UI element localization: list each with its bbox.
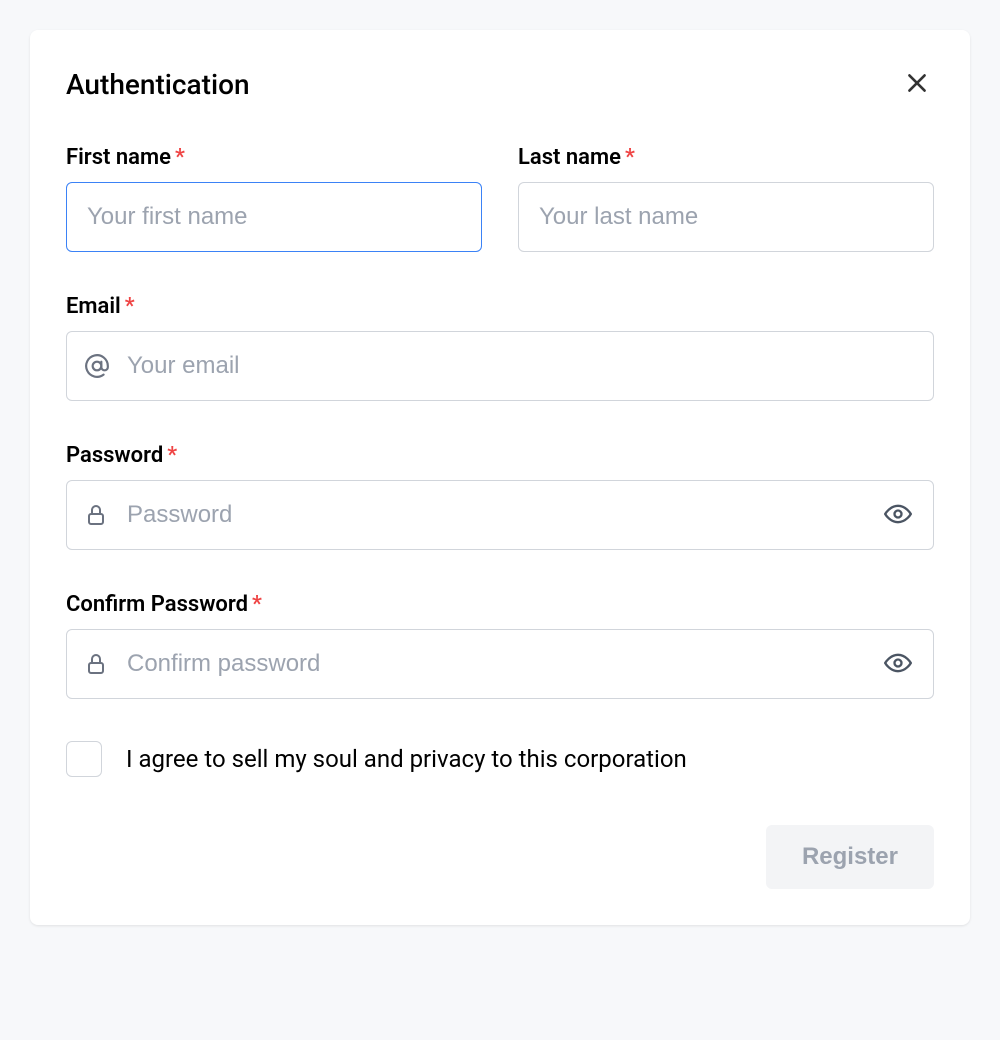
modal-header: Authentication — [66, 66, 934, 103]
agreement-row: I agree to sell my soul and privacy to t… — [66, 741, 934, 777]
first-name-input[interactable] — [66, 182, 482, 252]
last-name-label-text: Last name — [518, 145, 621, 170]
last-name-group: Last name* — [518, 145, 934, 252]
password-group: Password* — [66, 443, 934, 550]
agreement-label[interactable]: I agree to sell my soul and privacy to t… — [126, 745, 687, 773]
required-star: * — [167, 443, 177, 468]
password-input[interactable] — [66, 480, 934, 550]
agreement-checkbox[interactable] — [66, 741, 102, 777]
last-name-label: Last name* — [518, 145, 934, 170]
required-star: * — [125, 294, 135, 319]
modal-title: Authentication — [66, 68, 250, 101]
eye-icon — [884, 500, 912, 531]
confirm-password-input-wrapper — [66, 629, 934, 699]
first-name-group: First name* — [66, 145, 482, 252]
register-button[interactable]: Register — [766, 825, 934, 889]
email-group: Email* — [66, 294, 934, 401]
toggle-password-visibility[interactable] — [880, 496, 916, 535]
confirm-password-label: Confirm Password* — [66, 592, 934, 617]
confirm-password-group: Confirm Password* — [66, 592, 934, 699]
required-star: * — [175, 145, 185, 170]
email-input-wrapper — [66, 331, 934, 401]
close-button[interactable] — [900, 66, 934, 103]
eye-icon — [884, 649, 912, 680]
last-name-input-wrapper — [518, 182, 934, 252]
close-icon — [904, 70, 930, 99]
first-name-label: First name* — [66, 145, 482, 170]
required-star: * — [252, 592, 262, 617]
name-row: First name* Last name* — [66, 145, 934, 252]
last-name-input[interactable] — [518, 182, 934, 252]
email-label-text: Email — [66, 294, 121, 319]
password-label: Password* — [66, 443, 934, 468]
first-name-input-wrapper — [66, 182, 482, 252]
confirm-password-label-text: Confirm Password — [66, 592, 248, 617]
required-star: * — [625, 145, 635, 170]
toggle-confirm-password-visibility[interactable] — [880, 645, 916, 684]
password-label-text: Password — [66, 443, 163, 468]
auth-modal: Authentication First name* Last name* — [30, 30, 970, 925]
modal-footer: Register — [66, 825, 934, 889]
email-input[interactable] — [66, 331, 934, 401]
first-name-label-text: First name — [66, 145, 171, 170]
password-input-wrapper — [66, 480, 934, 550]
email-label: Email* — [66, 294, 934, 319]
confirm-password-input[interactable] — [66, 629, 934, 699]
